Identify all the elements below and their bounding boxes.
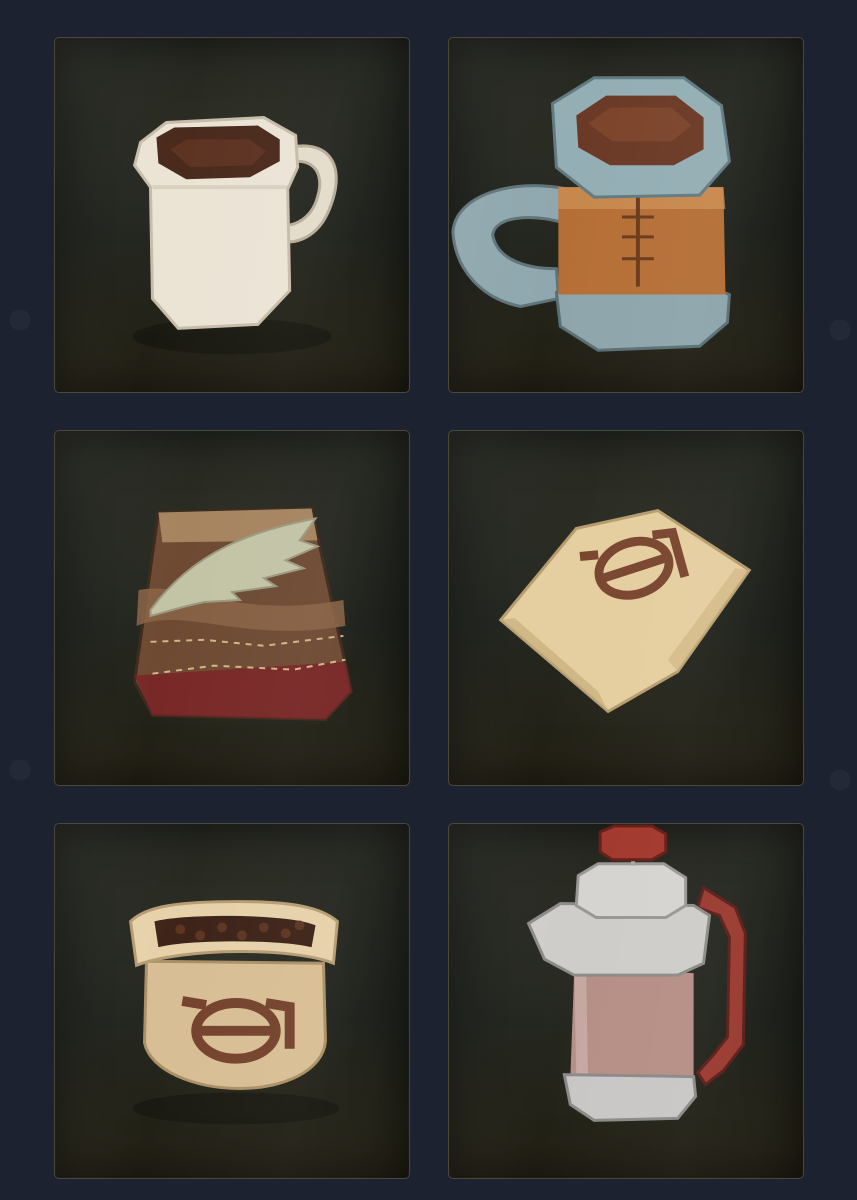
- sealed-coffee-bag-icon: [498, 508, 752, 714]
- metal-banded-tankard-icon: [451, 76, 731, 352]
- white-coffee-mug-icon: [132, 116, 338, 355]
- gallery-tile-coffee-bag[interactable]: [448, 430, 804, 786]
- gallery-tile-white-mug[interactable]: [54, 37, 410, 393]
- gallery-tile-french-press[interactable]: [448, 823, 804, 1179]
- open-coffee-bean-sack-icon: [128, 900, 340, 1125]
- patchwork-bedroll-icon: [133, 507, 353, 721]
- gallery-tile-bean-sack[interactable]: [54, 823, 410, 1179]
- gallery-tile-bedroll[interactable]: [54, 430, 410, 786]
- french-press-icon: [526, 824, 747, 1122]
- gallery-tile-tankard[interactable]: [448, 37, 804, 393]
- item-gallery-grid: [54, 37, 804, 1179]
